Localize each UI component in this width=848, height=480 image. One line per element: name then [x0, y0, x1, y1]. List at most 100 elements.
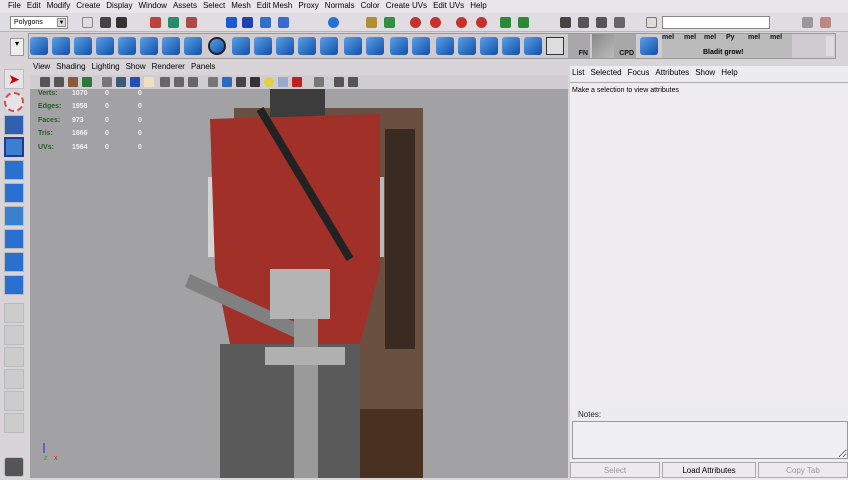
shelf-flip-button[interactable] [592, 34, 614, 58]
smooth-icon[interactable] [208, 37, 226, 55]
film-gate-icon[interactable] [116, 77, 126, 87]
merge-icon[interactable] [502, 37, 520, 55]
safe-title-icon[interactable] [188, 77, 198, 87]
select-hierarchy-icon[interactable] [150, 17, 161, 28]
shelf-menu-button[interactable]: ▾ [10, 38, 24, 56]
menu-select[interactable]: Select [203, 0, 230, 13]
bookmarks-icon[interactable] [68, 77, 78, 87]
command-input[interactable] [662, 16, 770, 29]
command-mode-icon[interactable] [646, 17, 657, 28]
poly-cylinder-icon[interactable] [74, 37, 92, 55]
ae-menu-show[interactable]: Show [695, 68, 715, 80]
universal-manipulator-icon[interactable] [4, 206, 24, 226]
vp-menu-shading[interactable]: Shading [56, 62, 85, 74]
menu-edit[interactable]: Edit [27, 0, 46, 13]
select-button[interactable]: Select [570, 462, 660, 478]
poly-torus-icon[interactable] [140, 37, 158, 55]
scale-tool-icon[interactable] [4, 183, 24, 203]
boolean-intersect-icon[interactable] [298, 37, 316, 55]
render-icon[interactable] [560, 17, 571, 28]
menu-file[interactable]: File [8, 0, 26, 13]
open-scene-icon[interactable] [100, 17, 111, 28]
safe-action-icon[interactable] [174, 77, 184, 87]
save-scene-icon[interactable] [116, 17, 127, 28]
combine-icon[interactable] [232, 37, 250, 55]
layout-outliner-icon[interactable] [4, 369, 24, 389]
move-tool-icon[interactable] [4, 137, 24, 157]
high-quality-icon[interactable] [292, 77, 302, 87]
attribute-editor-toggle-icon[interactable] [820, 17, 831, 28]
shelf-scrollbar[interactable] [826, 36, 834, 56]
magnet-icon[interactable] [430, 17, 441, 28]
poly-tool-icon[interactable] [640, 37, 658, 55]
mel-script-button[interactable]: mel [662, 34, 684, 58]
boolean-difference-icon[interactable] [276, 37, 294, 55]
menu-mesh[interactable]: Mesh [231, 0, 256, 13]
viewport-3d[interactable]: z x Verts: 1070 0 0 Edges: 1958 0 0 Faces: 973 0 0 T… [30, 89, 568, 478]
soft-mod-icon[interactable] [4, 229, 24, 249]
sphere-icon[interactable] [328, 17, 339, 28]
menu-color[interactable]: Color [361, 0, 385, 13]
output-ops-icon[interactable] [518, 17, 529, 28]
mel-script-button[interactable]: mel [770, 34, 792, 58]
layout-single-icon[interactable] [4, 303, 24, 323]
snap-curve-icon[interactable] [242, 17, 253, 28]
menu-create-uvs[interactable]: Create UVs [386, 0, 432, 13]
vp-menu-panels[interactable]: Panels [191, 62, 215, 74]
ae-menu-list[interactable]: List [572, 68, 584, 80]
shadows-icon[interactable] [278, 77, 288, 87]
poly-sphere-icon[interactable] [30, 37, 48, 55]
show-manipulator-icon[interactable] [4, 252, 24, 272]
snap-point-icon[interactable] [260, 17, 271, 28]
lasso-tool-icon[interactable] [4, 92, 24, 112]
vp-menu-view[interactable]: View [33, 62, 50, 74]
lock-icon[interactable] [366, 17, 377, 28]
vp-menu-show[interactable]: Show [126, 62, 146, 74]
ae-menu-focus[interactable]: Focus [628, 68, 650, 80]
menu-set-dropdown[interactable]: Polygons ▼ [10, 16, 68, 29]
smooth-shade-icon[interactable] [222, 77, 232, 87]
camera-attributes-icon[interactable] [54, 77, 64, 87]
menu-edit-uvs[interactable]: Edit UVs [433, 0, 469, 13]
layout-four-icon[interactable] [4, 325, 24, 345]
offset-edge-icon[interactable] [480, 37, 498, 55]
vp-menu-renderer[interactable]: Renderer [152, 62, 185, 74]
paint-select-tool-icon[interactable] [4, 115, 24, 135]
use-lights-icon[interactable] [264, 77, 274, 87]
xray-joints-icon[interactable] [348, 77, 358, 87]
magnet-icon[interactable] [456, 17, 467, 28]
soft-select-icon[interactable] [524, 37, 542, 55]
poly-plane-icon[interactable] [118, 37, 136, 55]
mirror-icon[interactable] [320, 37, 338, 55]
menu-assets[interactable]: Assets [173, 0, 202, 13]
field-chart-icon[interactable] [160, 77, 170, 87]
shelf-cpd-button[interactable]: CPD [614, 34, 636, 58]
snap-plane-icon[interactable] [278, 17, 289, 28]
wireframe-on-shaded-icon[interactable] [236, 77, 246, 87]
copy-tab-button[interactable]: Copy Tab [758, 462, 848, 478]
resolution-gate-icon[interactable] [130, 77, 140, 87]
menu-edit-mesh[interactable]: Edit Mesh [257, 0, 298, 13]
history-icon[interactable] [384, 17, 395, 28]
append-polygon-icon[interactable] [344, 37, 362, 55]
isolate-select-icon[interactable] [314, 77, 324, 87]
render-settings-icon[interactable] [596, 17, 607, 28]
extrude-icon[interactable] [366, 37, 384, 55]
bevel-icon[interactable] [390, 37, 408, 55]
vp-menu-lighting[interactable]: Lighting [92, 62, 120, 74]
split-icon[interactable] [436, 37, 454, 55]
magnet-icon[interactable] [476, 17, 487, 28]
input-ops-icon[interactable] [500, 17, 511, 28]
snap-grid-icon[interactable] [226, 17, 237, 28]
menu-help[interactable]: Help [470, 0, 491, 13]
grid-icon[interactable] [102, 77, 112, 87]
xray-icon[interactable] [334, 77, 344, 87]
bridge-icon[interactable] [412, 37, 430, 55]
menu-proxy[interactable]: Proxy [298, 0, 323, 13]
select-object-icon[interactable] [168, 17, 179, 28]
shelf-fn-button[interactable]: FN [568, 34, 590, 58]
poly-cone-icon[interactable] [96, 37, 114, 55]
poly-cube-icon[interactable] [52, 37, 70, 55]
new-scene-icon[interactable] [82, 17, 93, 28]
checker-icon[interactable] [546, 37, 564, 55]
